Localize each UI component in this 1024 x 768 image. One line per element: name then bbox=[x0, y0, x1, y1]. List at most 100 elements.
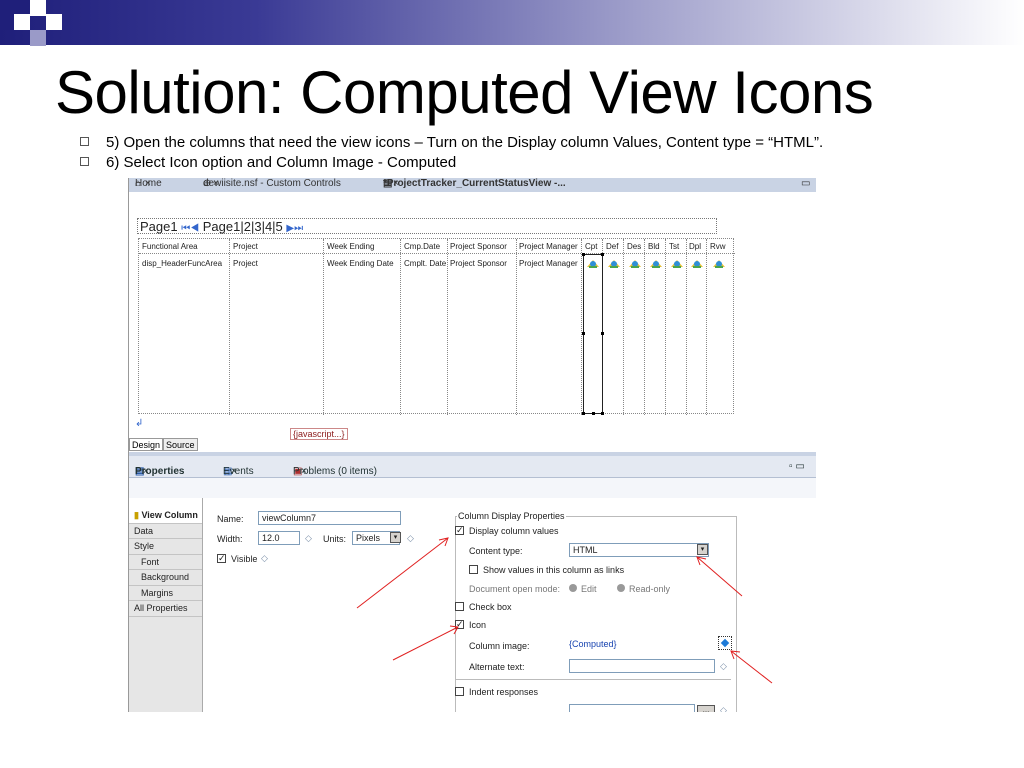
minimize-icon[interactable]: ▭ bbox=[801, 178, 810, 189]
slide-title: Solution: Computed View Icons bbox=[55, 59, 874, 126]
bullet-box-icon bbox=[80, 137, 89, 146]
pager[interactable]: Page1 ⏮◀ Page1|2|3|4|5 ▶⏭ bbox=[137, 218, 717, 234]
tab-source[interactable]: Source bbox=[163, 438, 198, 451]
close-icon[interactable]: × bbox=[145, 178, 151, 189]
bullet-item: 6) Select Icon option and Column Image -… bbox=[80, 154, 456, 171]
sidebar-item-all-properties[interactable]: All Properties bbox=[129, 601, 202, 617]
computed-diamond-icon[interactable]: ◇ bbox=[720, 705, 727, 712]
column-header: Rvw bbox=[710, 242, 726, 251]
view-icon-image bbox=[608, 260, 620, 268]
edit-radio[interactable] bbox=[569, 584, 577, 592]
view-menu-icon[interactable]: ▫ ▭ bbox=[789, 461, 805, 472]
sidebar-item-font[interactable]: Font bbox=[129, 555, 202, 570]
group-divider bbox=[455, 679, 731, 680]
column-value: Project Sponsor bbox=[450, 259, 507, 268]
first-page-icon[interactable]: ⏮◀ bbox=[181, 223, 199, 234]
partial-button-icon[interactable]: … bbox=[697, 705, 715, 712]
units-label: Units: bbox=[323, 534, 347, 544]
column-value: Week Ending Date bbox=[327, 259, 394, 268]
close-icon[interactable]: × bbox=[393, 178, 399, 189]
view-design-canvas: Page1 ⏮◀ Page1|2|3|4|5 ▶⏭ Functional Are… bbox=[129, 192, 816, 440]
indent-responses-label: Indent responses bbox=[469, 687, 539, 697]
column-image-value: {Computed} bbox=[569, 639, 617, 649]
resize-handle[interactable] bbox=[601, 332, 604, 335]
column-header: Bld bbox=[648, 242, 660, 251]
width-input[interactable]: 12.0 bbox=[258, 531, 300, 545]
checkbox-option-label: Check box bbox=[469, 602, 512, 612]
computed-diamond-icon[interactable]: ◇ bbox=[407, 533, 414, 544]
view-icon-image bbox=[650, 260, 662, 268]
selected-column-outline[interactable] bbox=[583, 254, 603, 414]
computed-diamond-icon[interactable]: ◇ bbox=[261, 553, 268, 564]
view-icon-image bbox=[671, 260, 683, 268]
show-as-links-checkbox[interactable] bbox=[469, 565, 478, 574]
design-source-tabs: Design Source bbox=[129, 438, 198, 452]
sidebar-item-margins[interactable]: Margins bbox=[129, 586, 202, 601]
column-value: Project Manager bbox=[519, 259, 578, 268]
line-break-icon: ↲ bbox=[135, 418, 144, 429]
designer-screenshot: ⌂ Home × ⊕ dewiisite.nsf - Custom Contro… bbox=[128, 178, 816, 712]
column-header: Dpl bbox=[689, 242, 702, 251]
column-header: Functional Area bbox=[142, 242, 198, 251]
display-column-values-label: Display column values bbox=[469, 526, 559, 536]
column-value: Cmplt. Date bbox=[404, 259, 447, 268]
alternate-text-input[interactable] bbox=[569, 659, 715, 673]
close-icon[interactable]: × bbox=[143, 466, 149, 477]
column-header: Def bbox=[606, 242, 619, 251]
visible-checkbox[interactable]: ✓ bbox=[217, 554, 226, 563]
column-value: disp_HeaderFuncArea bbox=[142, 259, 223, 268]
sidebar-item-style[interactable]: Style bbox=[129, 539, 202, 555]
indent-responses-checkbox[interactable] bbox=[455, 687, 464, 696]
computed-diamond-icon[interactable]: ◇ bbox=[305, 533, 312, 544]
resize-handle[interactable] bbox=[582, 253, 585, 256]
show-as-links-label: Show values in this column as links bbox=[483, 565, 625, 575]
column-header: Des bbox=[627, 242, 642, 251]
tab-design[interactable]: Design bbox=[129, 438, 164, 451]
alternate-text-label: Alternate text: bbox=[469, 662, 525, 672]
doc-open-mode-label: Document open mode: bbox=[469, 584, 561, 594]
name-input[interactable]: viewColumn7 bbox=[258, 511, 401, 525]
resize-handle[interactable] bbox=[582, 332, 585, 335]
computed-diamond-icon[interactable]: ◇ bbox=[720, 661, 727, 672]
display-column-values-checkbox[interactable]: ✓ bbox=[455, 526, 464, 535]
units-dropdown-icon[interactable]: ▾ bbox=[390, 532, 401, 543]
resize-handle[interactable] bbox=[601, 412, 604, 415]
editor-tab-bar: ⌂ Home × ⊕ dewiisite.nsf - Custom Contro… bbox=[129, 178, 816, 192]
next-page-icon[interactable]: ▶⏭ bbox=[286, 223, 303, 234]
view-grid: Functional Area Project Week Ending Cmp.… bbox=[138, 238, 735, 415]
icon-checkbox[interactable]: ✓ bbox=[455, 620, 464, 629]
sidebar-item-background[interactable]: Background bbox=[129, 570, 202, 586]
decor-square bbox=[46, 14, 62, 30]
readonly-label: Read-only bbox=[629, 584, 671, 594]
resize-handle[interactable] bbox=[592, 412, 595, 415]
sidebar-spacer bbox=[129, 498, 202, 508]
column-header: Project Manager bbox=[519, 242, 578, 251]
content-type-select[interactable]: HTML bbox=[569, 543, 709, 557]
partial-input[interactable] bbox=[569, 704, 695, 712]
sidebar-item-data[interactable]: Data bbox=[129, 524, 202, 539]
close-icon[interactable]: × bbox=[213, 178, 219, 189]
edit-label: Edit bbox=[581, 584, 597, 594]
close-icon[interactable]: × bbox=[301, 466, 307, 477]
name-label: Name: bbox=[217, 514, 244, 524]
content-type-dropdown-icon[interactable]: ▾ bbox=[697, 544, 708, 555]
decor-square bbox=[14, 14, 30, 30]
view-icon-image bbox=[713, 260, 725, 268]
column-icon: ▮ bbox=[134, 510, 139, 520]
close-icon[interactable]: × bbox=[231, 466, 237, 477]
content-type-label: Content type: bbox=[469, 546, 523, 556]
sidebar-item-view-column[interactable]: ▮ View Column bbox=[129, 508, 202, 524]
icon-label: Icon bbox=[469, 620, 487, 630]
resize-handle[interactable] bbox=[601, 253, 604, 256]
computed-value-button[interactable] bbox=[718, 636, 732, 650]
properties-toolbar-strip bbox=[129, 478, 816, 498]
decor-square bbox=[30, 30, 46, 46]
resize-handle[interactable] bbox=[582, 412, 585, 415]
column-header: Week Ending bbox=[327, 242, 375, 251]
column-header: Cmp.Date bbox=[404, 242, 441, 251]
readonly-radio[interactable] bbox=[617, 584, 625, 592]
column-image-label: Column image: bbox=[469, 641, 530, 651]
column-header: Project Sponsor bbox=[450, 242, 507, 251]
javascript-tag[interactable]: {javascript...} bbox=[290, 428, 348, 440]
checkbox-option-checkbox[interactable] bbox=[455, 602, 464, 611]
